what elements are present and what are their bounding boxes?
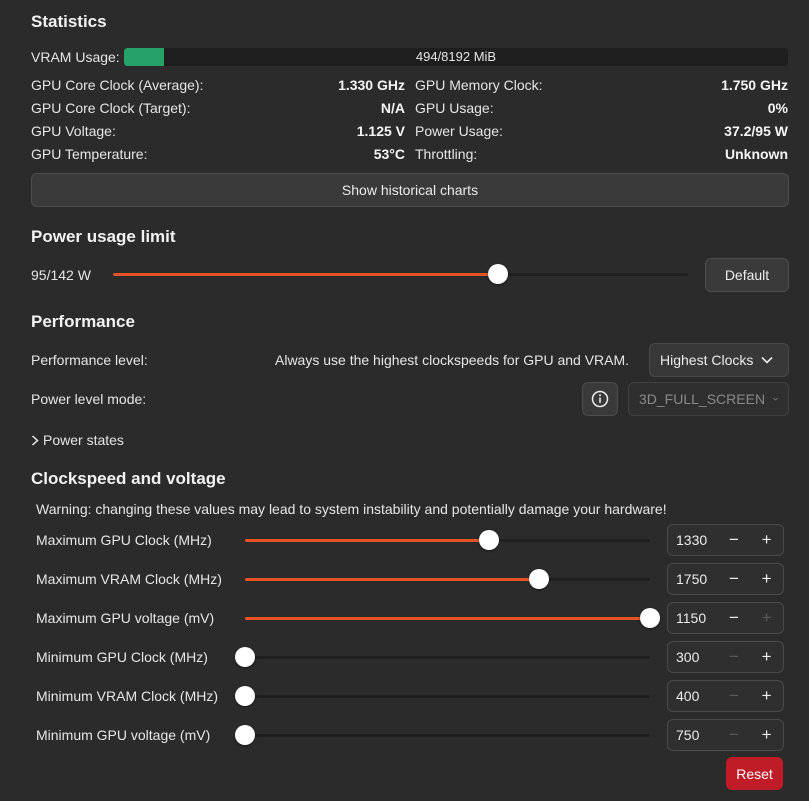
clock-row-value[interactable]: 400: [668, 688, 718, 704]
stat-value-core-clock-target: N/A: [380, 100, 405, 116]
stat-label-gpu-usage: GPU Usage:: [415, 100, 494, 116]
vram-usage-label: VRAM Usage:: [31, 49, 120, 65]
stat-label-core-clock-target: GPU Core Clock (Target):: [31, 100, 191, 116]
performance-level-label: Performance level:: [31, 352, 148, 368]
clock-row-slider[interactable]: [235, 725, 650, 745]
power-level-info-button[interactable]: [582, 382, 618, 416]
clock-row-slider-handle[interactable]: [235, 725, 255, 745]
clock-row-label: Minimum VRAM Clock (MHz): [36, 688, 218, 704]
performance-level-description: Always use the highest clockspeeds for G…: [275, 352, 630, 368]
performance-level-dropdown[interactable]: Highest Clocks: [649, 343, 789, 377]
increment-button[interactable]: +: [750, 725, 783, 745]
clock-row-label: Maximum GPU voltage (mV): [36, 610, 215, 626]
clock-row-label: Maximum VRAM Clock (MHz): [36, 571, 222, 587]
increment-button[interactable]: +: [750, 569, 783, 589]
power-limit-value: 95/142 W: [31, 267, 91, 283]
clock-row-slider-handle[interactable]: [235, 686, 255, 706]
clock-row-slider-handle[interactable]: [479, 530, 500, 550]
clock-row-spinbutton[interactable]: 750− +: [667, 719, 784, 751]
decrement-button[interactable]: −: [718, 569, 751, 589]
power-limit-heading: Power usage limit: [31, 227, 176, 246]
power-states-label: Power states: [43, 432, 124, 448]
stat-label-core-clock-average: GPU Core Clock (Average):: [31, 77, 204, 93]
statistics-heading: Statistics: [31, 12, 107, 31]
clock-row-spinbutton[interactable]: 300− +: [667, 641, 784, 673]
decrement-button[interactable]: −: [718, 686, 751, 706]
performance-heading: Performance: [31, 312, 135, 331]
clock-row-value[interactable]: 1330: [668, 532, 718, 548]
clock-row-spinbutton[interactable]: 1150− +: [667, 602, 784, 634]
stat-value-gpu-voltage: 1.125 V: [356, 123, 405, 139]
clock-row-slider-fill: [245, 578, 539, 581]
stat-value-throttling: Unknown: [725, 146, 788, 162]
clock-row-value[interactable]: 300: [668, 649, 718, 665]
clock-row-spinbutton[interactable]: 400− +: [667, 680, 784, 712]
power-limit-slider-fill: [113, 273, 498, 276]
power-states-expander[interactable]: Power states: [31, 432, 124, 448]
stat-value-gpu-temperature: 53°C: [373, 146, 405, 162]
clock-row-slider-handle[interactable]: [528, 569, 549, 589]
clock-row-value[interactable]: 1750: [668, 571, 718, 587]
power-limit-slider-handle[interactable]: [487, 264, 508, 284]
performance-level-value: Highest Clocks: [660, 352, 754, 368]
clock-row-slider-handle[interactable]: [235, 647, 255, 667]
clock-row-slider[interactable]: [235, 686, 650, 706]
clock-row-slider-fill: [245, 617, 650, 620]
stat-label-power-usage: Power Usage:: [415, 123, 503, 139]
power-limit-slider[interactable]: [113, 264, 688, 284]
clock-row-slider-handle[interactable]: [640, 608, 660, 628]
stat-value-power-usage: 37.2/95 W: [724, 123, 788, 139]
increment-button[interactable]: +: [750, 647, 783, 667]
increment-button[interactable]: +: [750, 530, 783, 550]
stat-label-gpu-temperature: GPU Temperature:: [31, 146, 148, 162]
decrement-button[interactable]: −: [718, 530, 751, 550]
clock-row-label: Minimum GPU Clock (MHz): [36, 649, 208, 665]
vram-usage-text: 494/8192 MiB: [415, 49, 497, 64]
clock-row-slider[interactable]: [245, 569, 650, 589]
clockspeed-heading: Clockspeed and voltage: [31, 469, 226, 488]
increment-button[interactable]: +: [750, 686, 783, 706]
info-icon: [591, 390, 609, 408]
reset-button[interactable]: Reset: [726, 757, 783, 790]
clock-row-value[interactable]: 1150: [668, 610, 718, 626]
chevron-right-icon: [31, 434, 39, 446]
chevron-down-icon: [761, 356, 773, 364]
clock-row-spinbutton[interactable]: 1330− +: [667, 524, 784, 556]
clock-row-label: Minimum GPU voltage (mV): [36, 727, 211, 743]
chevron-down-icon: [773, 397, 778, 401]
decrement-button[interactable]: −: [718, 608, 751, 628]
clock-row-label: Maximum GPU Clock (MHz): [36, 532, 212, 548]
stat-label-throttling: Throttling:: [415, 146, 478, 162]
clockspeed-warning: Warning: changing these values may lead …: [36, 501, 667, 517]
increment-button[interactable]: +: [750, 608, 783, 628]
power-level-mode-value: 3D_FULL_SCREEN: [639, 391, 766, 407]
power-level-mode-dropdown[interactable]: 3D_FULL_SCREEN: [628, 382, 789, 416]
stat-value-memory-clock: 1.750 GHz: [721, 77, 788, 93]
power-level-mode-label: Power level mode:: [31, 391, 147, 407]
stat-value-gpu-usage: 0%: [767, 100, 788, 116]
show-historical-charts-button[interactable]: Show historical charts: [31, 173, 789, 207]
clock-row-spinbutton[interactable]: 1750− +: [667, 563, 784, 595]
clock-row-slider[interactable]: [245, 530, 650, 550]
clock-row-value[interactable]: 750: [668, 727, 718, 743]
decrement-button[interactable]: −: [718, 647, 751, 667]
stat-value-core-clock-average: 1.330 GHz: [338, 77, 405, 93]
clock-row-slider[interactable]: [235, 647, 650, 667]
decrement-button[interactable]: −: [718, 725, 751, 745]
clock-row-slider[interactable]: [245, 608, 660, 628]
power-limit-default-button[interactable]: Default: [705, 258, 789, 292]
stat-label-memory-clock: GPU Memory Clock:: [415, 77, 543, 93]
stat-label-gpu-voltage: GPU Voltage:: [31, 123, 116, 139]
clock-row-slider-fill: [245, 539, 490, 542]
